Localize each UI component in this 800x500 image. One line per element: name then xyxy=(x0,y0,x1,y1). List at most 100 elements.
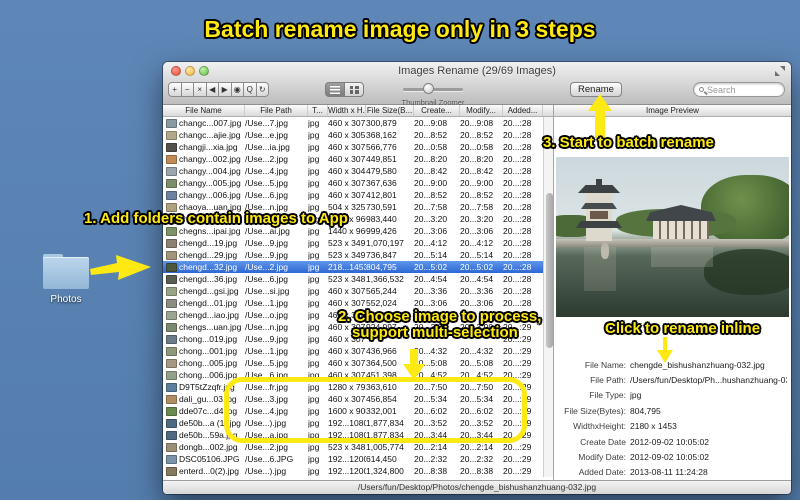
cell-type: jpg xyxy=(308,190,320,200)
cell-dims: 523 x 348 xyxy=(328,274,366,284)
table-row[interactable]: chengd...36.jpg/Use...6.jpg jpg 523 x 348 1… xyxy=(163,273,553,285)
add-button[interactable]: + xyxy=(168,82,182,97)
cell-create: 20...8:52 xyxy=(414,190,448,200)
slider-knob[interactable] xyxy=(423,83,434,94)
column-header[interactable]: File Name xyxy=(163,105,245,116)
cell-modify: 20...4:12 xyxy=(460,238,494,248)
minimize-button[interactable] xyxy=(185,66,195,76)
thumbnail xyxy=(166,130,177,140)
grid-view-button[interactable] xyxy=(344,82,364,97)
thumbnail xyxy=(166,322,177,332)
column-header[interactable]: Width x H... xyxy=(328,105,366,116)
cell-name: chengd...29.jpg xyxy=(179,250,238,260)
window-chrome: Images Rename (29/69 Images) + − × ◀ ▶ ◉ Q ↻ Th… xyxy=(163,62,791,107)
search-button[interactable]: Q xyxy=(243,82,257,97)
cell-dims: 523 x 349 xyxy=(328,238,366,248)
table-row[interactable]: chengd...29.jpg/Use...9.jpg jpg 523 x 349 7… xyxy=(163,249,553,261)
cell-path: /Use...si.jpg xyxy=(245,286,290,296)
refresh-button[interactable]: ↻ xyxy=(255,82,269,97)
cell-type: jpg xyxy=(308,454,320,464)
scrollbar-thumb[interactable] xyxy=(545,193,553,348)
cell-type: jpg xyxy=(308,358,320,368)
cell-name: chengd...32.jpg xyxy=(179,262,238,272)
thumbnail xyxy=(166,346,177,356)
column-header[interactable]: File Size(B... xyxy=(366,105,414,116)
cell-modify: 20...8:42 xyxy=(460,166,494,176)
step1-arrow-icon xyxy=(90,255,151,280)
cell-dims: 523 x 348 xyxy=(328,442,366,452)
cell-size: 412,801 xyxy=(366,190,397,200)
titlebar[interactable]: Images Rename (29/69 Images) xyxy=(163,62,791,80)
table-row[interactable]: chengd...gsi.jpg/Use...si.jpg jpg 460 x 30… xyxy=(163,285,553,297)
cell-path: /Use...5.jpg xyxy=(245,178,288,188)
info-label: Create Date xyxy=(580,436,626,447)
cell-size: 736,847 xyxy=(366,250,397,260)
fullscreen-icon[interactable] xyxy=(775,66,785,76)
cell-name: chong...001.jpg xyxy=(179,346,238,356)
table-row[interactable]: changy...002.jpg/Use...2.jpg jpg 460 x 307… xyxy=(163,153,553,165)
thumbnail xyxy=(166,178,177,188)
table-row[interactable]: chengd...32.jpg/Use...2.jpg jpg 218...1453… xyxy=(163,261,553,273)
zoom-button[interactable] xyxy=(199,66,209,76)
column-header[interactable]: Modify... xyxy=(460,105,503,116)
table-row[interactable]: chong...005.jpg/Use...5.jpg jpg 460 x 307 3… xyxy=(163,357,553,369)
cell-path: /Use...1.jpg xyxy=(245,298,288,308)
cell-modify: 20...4:32 xyxy=(460,346,494,356)
table-row[interactable]: changc...007.jpg/Use...7.jpg jpg 460 x 307… xyxy=(163,117,553,129)
table-header: File Name File Path T... Width x H... File S… xyxy=(163,105,553,117)
cell-modify: 20...5:14 xyxy=(460,250,494,260)
table-row[interactable]: changy...005.jpg/Use...5.jpg jpg 460 x 307… xyxy=(163,177,553,189)
info-label: File Path: xyxy=(590,375,626,386)
cell-create: 20...5:14 xyxy=(414,250,448,260)
table-row[interactable]: changji...xia.jpg/Use...ia.jpg jpg 460 x 3… xyxy=(163,141,553,153)
table-row[interactable]: chong...001.jpg/Use...1.jpg jpg 460 x 307 4… xyxy=(163,345,553,357)
table-row[interactable]: enterd...0(2).jpg/Use...).jpg jpg 192...12… xyxy=(163,465,553,477)
cell-create: 20...3:36 xyxy=(414,286,448,296)
info-label: File Name: xyxy=(584,359,626,370)
cell-name: chong...019.jpg xyxy=(179,334,238,344)
cell-path: /Use...9.jpg xyxy=(245,250,288,260)
view-toggle xyxy=(325,82,364,97)
thumbnail-zoomer-slider[interactable] xyxy=(403,82,463,97)
column-header[interactable]: File Path xyxy=(245,105,308,116)
cell-size: 449,851 xyxy=(366,154,397,164)
thumbnail xyxy=(166,418,177,428)
thumbnail xyxy=(166,286,177,296)
thumbnail xyxy=(166,238,177,248)
info-value: 2180 x 1453 xyxy=(630,421,677,432)
close-button[interactable] xyxy=(171,66,181,76)
list-view-button[interactable] xyxy=(325,82,345,97)
cell-size: 300,879 xyxy=(366,118,397,128)
table-row[interactable]: chengd...19.jpg/Use...9.jpg jpg 523 x 349 1… xyxy=(163,237,553,249)
table-row[interactable]: changy...006.jpg/Use...6.jpg jpg 460 x 307… xyxy=(163,189,553,201)
table-scrollbar[interactable] xyxy=(543,117,553,477)
thumbnail xyxy=(166,154,177,164)
cell-size: 614,450 xyxy=(366,454,397,464)
column-header[interactable]: Added... xyxy=(503,105,543,116)
multi-selection-highlight-box xyxy=(224,377,527,443)
column-header[interactable]: Create... xyxy=(414,105,460,116)
cell-path: /Use...2.jpg xyxy=(245,154,288,164)
search-field[interactable]: Search xyxy=(693,82,785,97)
cell-type: jpg xyxy=(308,298,320,308)
column-header[interactable]: T... xyxy=(308,105,328,116)
cell-size: 566,776 xyxy=(366,142,397,152)
info-value[interactable]: chengde_bishushanzhuang-032.jpg xyxy=(630,360,765,370)
cell-name: enterd...0(2).jpg xyxy=(179,466,240,476)
table-row[interactable]: changy...004.jpg/Use...4.jpg jpg 460 x 304… xyxy=(163,165,553,177)
remove-button[interactable]: − xyxy=(180,82,194,97)
cell-type: jpg xyxy=(308,178,320,188)
cell-dims: 1440 x 960 xyxy=(328,226,366,236)
cell-modify: 20...4:54 xyxy=(460,274,494,284)
cell-modify: 20...3:06 xyxy=(460,298,494,308)
next-button[interactable]: ▶ xyxy=(218,82,232,97)
table-row[interactable]: DSC05106.JPG/Use...6.JPG jpg 192...1200 614… xyxy=(163,453,553,465)
thumbnail xyxy=(166,250,177,260)
delete-button[interactable]: × xyxy=(193,82,207,97)
cell-path: /Use...ai.jpg xyxy=(245,226,290,236)
cell-path: /Use...2.jpg xyxy=(245,442,288,452)
previous-button[interactable]: ◀ xyxy=(205,82,219,97)
quicklook-button[interactable]: ◉ xyxy=(230,82,244,97)
info-label: File Size(Bytes): xyxy=(564,405,626,416)
table-row[interactable]: changc...ajie.jpg/Use...e.jpg jpg 460 x 30… xyxy=(163,129,553,141)
